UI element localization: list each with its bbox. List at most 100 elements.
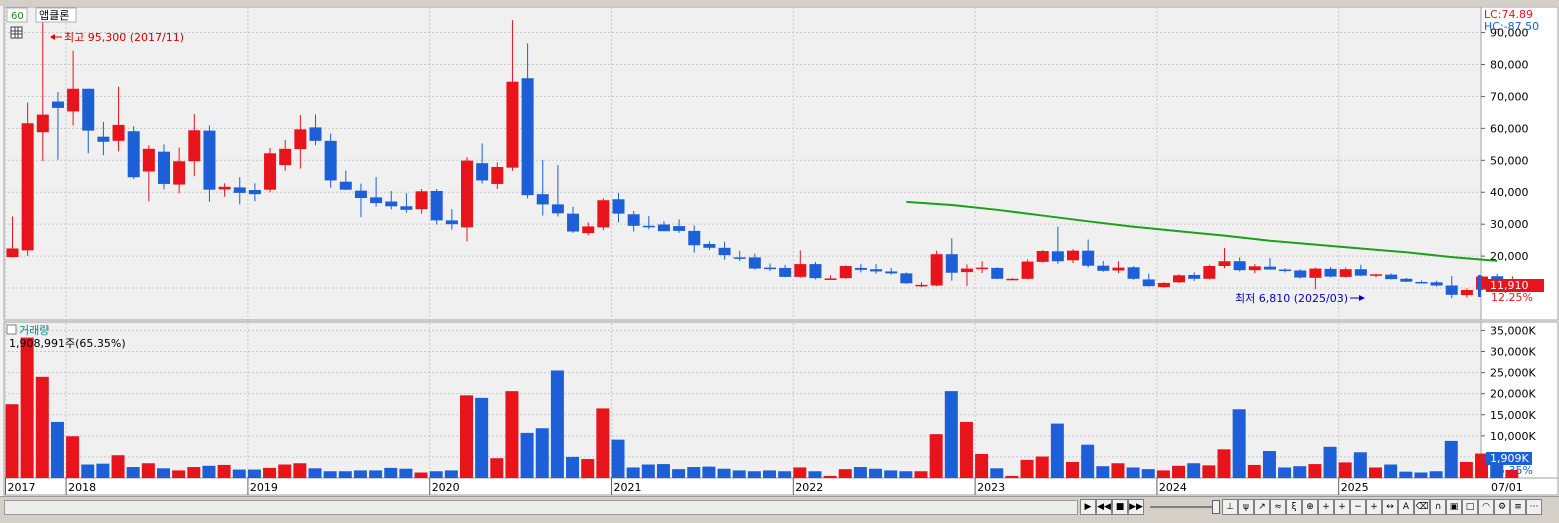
stock-chart[interactable]: 90,00080,00070,00060,00050,00040,00030,0… [0,0,1559,496]
volume-bar [1293,466,1307,478]
candle-body [854,267,867,270]
candle-body [1248,266,1261,271]
volume-bar [914,471,928,478]
hc-label: HC:-87.50 [1484,20,1539,33]
candle-body [445,220,458,225]
fibonacci-icon[interactable]: ξ [1286,499,1302,515]
volume-bar [323,471,337,478]
volume-bar [66,436,80,478]
zoom-slider-handle[interactable] [1212,500,1220,514]
candle-body [127,131,140,178]
plus-icon[interactable]: + [1366,499,1382,515]
volume-bar [899,471,913,478]
zoom-out-icon[interactable]: − [1350,499,1366,515]
candle-body [385,201,398,207]
volume-tick-label: 10,000K [1490,430,1536,443]
candle-body [1430,282,1443,286]
high-annotation: 최고 95,300 (2017/11) [50,31,184,44]
volume-bar [1232,409,1246,478]
candle-body [1112,267,1125,271]
volume-bar [929,434,943,478]
volume-bar [247,469,261,478]
candle-body [1036,251,1049,262]
trendline-icon[interactable]: ↗ [1254,499,1270,515]
settings-icon[interactable]: ⚙ [1494,499,1510,515]
volume-bar [990,468,1004,478]
cross-icon[interactable]: + [1318,499,1334,515]
candle-body [703,243,716,248]
candle-body [1218,261,1231,267]
volume-bar [1353,452,1367,478]
more-tools-icon[interactable]: ⋯ [1526,499,1542,515]
volume-bar [717,468,731,478]
candle-body [476,163,489,181]
volume-bar [884,470,898,478]
fork-tool-icon[interactable]: ψ [1238,499,1254,515]
stop-icon[interactable]: ■ [1112,499,1128,515]
candle-body [688,230,701,246]
scroll-right-icon[interactable]: ▶ [1080,499,1096,515]
volume-bar [50,421,64,478]
volume-bar [1172,465,1186,478]
volume-tick-label: 30,000K [1490,346,1536,359]
candle-body [158,151,170,184]
volume-bar [1338,462,1352,478]
volume-bar [1323,446,1337,478]
candle-body [430,190,443,221]
move-icon[interactable]: ↔ [1382,499,1398,515]
volume-bar [1081,444,1095,478]
gann-icon[interactable]: ⊕ [1302,499,1318,515]
channel-icon[interactable]: ≈ [1270,499,1286,515]
candle-body [976,267,989,270]
volume-bar [1126,467,1140,478]
candle-body [945,254,958,273]
volume-bar [293,463,307,478]
volume-bar [278,464,292,478]
candle-body [6,248,19,258]
magnet-icon[interactable]: ∩ [1430,499,1446,515]
volume-bar [96,463,110,478]
volume-bar [111,455,125,478]
drawing-tool-icon[interactable]: ⊥ [1222,499,1238,515]
candle-body [733,257,746,259]
volume-bar [187,467,201,478]
candle-body [1082,250,1095,266]
lock-icon[interactable]: ▣ [1446,499,1462,515]
shape-tool-icon[interactable]: □ [1462,499,1478,515]
volume-bar [1278,467,1292,478]
time-tick-label: 2017 [8,481,36,494]
eraser-icon[interactable]: ⌫ [1414,499,1430,515]
volume-bar [429,471,443,478]
align-icon[interactable]: ≡ [1510,499,1526,515]
text-tool-icon[interactable]: A [1398,499,1414,515]
candle-body [506,81,519,168]
candle-body [324,140,337,181]
candle-body [203,130,216,190]
candle-body [1142,279,1155,287]
volume-bar [732,470,746,478]
candle-body [1339,269,1352,277]
volume-bar [475,397,489,478]
arc-tool-icon[interactable]: ◠ [1478,499,1494,515]
volume-bar [838,469,852,478]
candle-body [764,267,776,270]
candle-body [491,167,504,184]
volume-bar [672,469,686,478]
volume-bar [959,421,973,478]
candle-body [1203,266,1216,279]
volume-bar [823,475,837,478]
table-icon[interactable] [10,26,23,39]
candle-body [551,204,564,214]
fast-forward-icon[interactable]: ▶▶ [1128,499,1144,515]
horizontal-scrollbar[interactable] [4,500,1078,515]
candle-body [294,129,307,150]
candle-body [97,136,110,142]
time-tick-label: 2023 [977,481,1005,494]
volume-bar [126,467,140,478]
zoom-slider[interactable] [1150,506,1216,508]
price-tick-label: 50,000 [1490,154,1529,167]
rewind-icon[interactable]: ◀◀ [1096,499,1112,515]
zoom-in-icon[interactable]: + [1334,499,1350,515]
volume-bar [702,466,716,478]
volume-bar [1399,471,1413,478]
